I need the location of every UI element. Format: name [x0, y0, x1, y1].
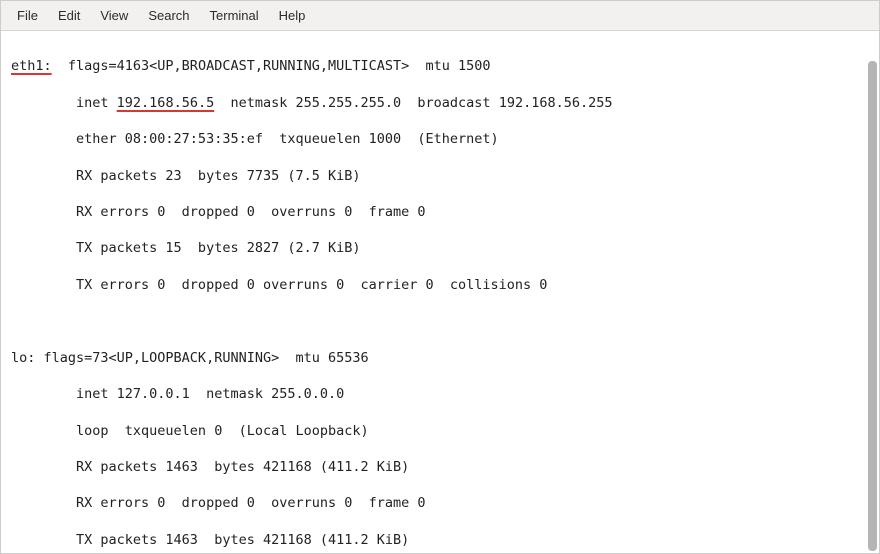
menu-file[interactable]: File — [7, 5, 48, 26]
menu-edit[interactable]: Edit — [48, 5, 90, 26]
eth1-rx-errors: RX errors 0 dropped 0 overruns 0 frame 0 — [11, 203, 873, 221]
menu-search[interactable]: Search — [138, 5, 199, 26]
ifconfig-eth1-header: eth1: flags=4163<UP,BROADCAST,RUNNING,MU… — [11, 57, 873, 75]
eth1-rx-packets: RX packets 23 bytes 7735 (7.5 KiB) — [11, 167, 873, 185]
eth1-flags: flags=4163<UP,BROADCAST,RUNNING,MULTICAS… — [52, 58, 491, 74]
menu-help[interactable]: Help — [269, 5, 316, 26]
lo-rx-packets: RX packets 1463 bytes 421168 (411.2 KiB) — [11, 458, 873, 476]
eth1-netmask-broadcast: netmask 255.255.255.0 broadcast 192.168.… — [214, 95, 612, 111]
menu-view[interactable]: View — [90, 5, 138, 26]
scrollbar-thumb[interactable] — [868, 61, 877, 551]
lo-rx-errors: RX errors 0 dropped 0 overruns 0 frame 0 — [11, 494, 873, 512]
eth1-tx-packets: TX packets 15 bytes 2827 (2.7 KiB) — [11, 239, 873, 257]
eth1-ether-line: ether 08:00:27:53:35:ef txqueuelen 1000 … — [11, 130, 873, 148]
menu-terminal[interactable]: Terminal — [200, 5, 269, 26]
lo-tx-packets: TX packets 1463 bytes 421168 (411.2 KiB) — [11, 531, 873, 549]
ifconfig-lo-header: lo: flags=73<UP,LOOPBACK,RUNNING> mtu 65… — [11, 349, 873, 367]
eth1-inet-prefix: inet — [11, 95, 117, 111]
scrollbar[interactable] — [865, 31, 877, 553]
lo-loop-line: loop txqueuelen 0 (Local Loopback) — [11, 422, 873, 440]
eth1-ip-address: 192.168.56.5 — [117, 95, 215, 111]
blank-line — [11, 312, 873, 330]
menubar: File Edit View Search Terminal Help — [1, 1, 879, 31]
iface-eth1-name: eth1: — [11, 58, 52, 74]
eth1-tx-errors: TX errors 0 dropped 0 overruns 0 carrier… — [11, 276, 873, 294]
eth1-inet-line: inet 192.168.56.5 netmask 255.255.255.0 … — [11, 94, 873, 112]
terminal-output[interactable]: eth1: flags=4163<UP,BROADCAST,RUNNING,MU… — [1, 31, 879, 553]
lo-inet-line: inet 127.0.0.1 netmask 255.0.0.0 — [11, 385, 873, 403]
